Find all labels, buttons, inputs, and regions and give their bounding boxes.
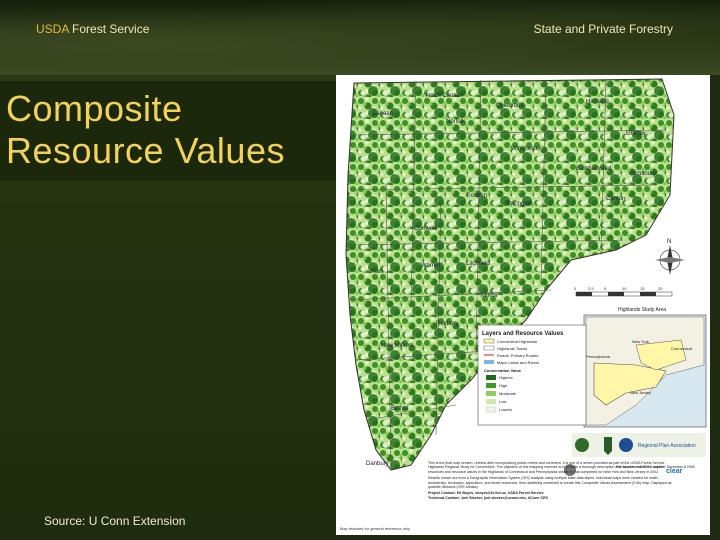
- legend-layer: Major Lakes and Rivers: [497, 360, 539, 365]
- town-label: Winchester: [511, 146, 541, 152]
- legend-value: Low: [499, 399, 506, 404]
- uconn-logo-icon: [619, 438, 633, 452]
- scale-number: 0: [574, 286, 577, 291]
- town-label: Roxbury: [436, 321, 458, 327]
- town-label: Torrington: [506, 201, 533, 207]
- legend-value: Moderate: [499, 391, 517, 396]
- town-label: Danbury: [366, 461, 389, 467]
- scale-number: 2.5: [588, 286, 594, 291]
- inset-title: Highlands Study Area: [618, 307, 666, 313]
- inset-map: Highlands Study Area Connecticut New Yor…: [583, 307, 707, 428]
- usda-logo-icon: [575, 438, 589, 452]
- town-label: Kent: [371, 269, 384, 275]
- header-agency: USDA Forest Service: [36, 22, 149, 36]
- forest-service-label: Forest Service: [72, 22, 150, 36]
- town-label: Barkhamsted: [576, 166, 611, 172]
- map-footer-note: Map features for general reference only: [340, 526, 410, 531]
- legend-value: Lowest: [499, 407, 513, 412]
- legend: Layers and Resource Values Connecticut H…: [477, 324, 587, 426]
- description-block: This is the final map version, revised a…: [428, 461, 695, 500]
- town-label: Simsbury: [631, 171, 656, 177]
- inset-label: Connecticut: [671, 346, 693, 351]
- town-label: Goshen: [466, 193, 487, 199]
- legend-value: High: [499, 383, 507, 388]
- town-label: New Milford: [381, 343, 413, 349]
- usda-label: USDA: [36, 22, 69, 36]
- legend-value-title: Conservation Value: [484, 368, 522, 373]
- legend-layer: Roads: Primary Routes: [497, 353, 538, 358]
- scale-number: 10: [622, 286, 627, 291]
- town-label: Canaan: [372, 111, 393, 117]
- scale-number: 5: [604, 286, 607, 291]
- header-banner: [0, 0, 720, 75]
- town-label: Colebrook: [496, 103, 524, 109]
- town-label: Bethel: [391, 406, 408, 412]
- slide-title: Composite Resource Values: [6, 88, 285, 171]
- legend-title: Layers and Resource Values: [482, 331, 564, 337]
- town-label: Granby: [626, 131, 646, 137]
- town-label: Cornwall: [414, 226, 437, 232]
- compass-icon: N: [655, 239, 685, 275]
- town-label: North Canaan: [426, 93, 463, 99]
- compass-label: N: [667, 239, 671, 245]
- map-image: North Canaan Colebrook Hartland Granby N…: [336, 75, 710, 535]
- map-svg: North Canaan Colebrook Hartland Granby N…: [340, 78, 707, 531]
- description-paragraph: Results shown are from a Geographic Info…: [428, 476, 672, 490]
- legend-value: Highest: [499, 375, 513, 380]
- legend-layer: Highlands Towns: [497, 346, 527, 351]
- scale-bar: 0 2.5 5 10 15 20: [574, 286, 673, 297]
- legend-layer: Connecticut Highlands: [497, 339, 537, 344]
- town-label: Norfolk: [446, 119, 466, 125]
- header-right-label: State and Private Forestry: [533, 22, 673, 36]
- scale-number: 15: [640, 286, 645, 291]
- town-label: Warren: [421, 263, 440, 269]
- town-label: Canton: [606, 196, 625, 202]
- scale-number: 20: [658, 286, 663, 291]
- file-info: File Number: cvi0903 Compiled: December …: [616, 465, 695, 469]
- technical-contact: Technical Contact: Joel Stocker, joel.st…: [428, 495, 548, 500]
- town-label: Hartland: [586, 99, 609, 105]
- inset-label: Pennsylvania: [586, 354, 611, 359]
- inset-label: New Jersey: [630, 390, 651, 395]
- town-label: Morris: [481, 293, 498, 299]
- source-caption: Source: U Conn Extension: [44, 514, 186, 528]
- logo-text: Regional Plan Association: [638, 443, 696, 449]
- inset-label: New York: [632, 339, 649, 344]
- town-label: Litchfield: [466, 261, 490, 267]
